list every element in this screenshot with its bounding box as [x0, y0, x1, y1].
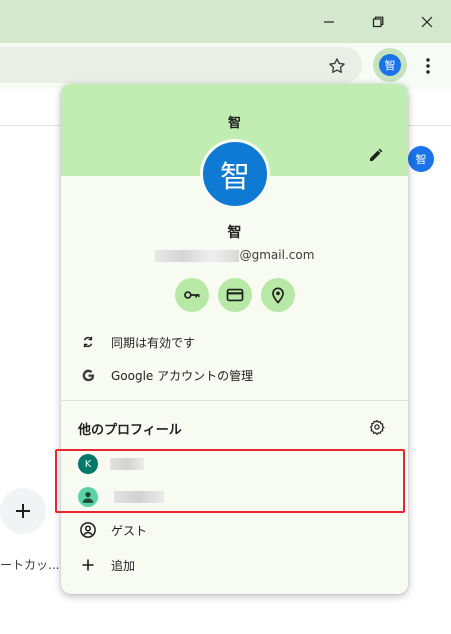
google-account-label: Google アカウントの管理	[111, 368, 254, 383]
minimize-button[interactable]	[315, 8, 343, 36]
minimize-icon	[324, 21, 334, 23]
header-profile-name: 智	[227, 116, 241, 131]
restore-icon	[372, 16, 384, 28]
manage-profiles-settings-icon[interactable]	[369, 419, 387, 437]
profile-email: @gmail.com	[61, 248, 408, 262]
shortcut-label: ートカッ...	[0, 558, 60, 572]
payment-methods-button[interactable]	[218, 278, 252, 312]
email-redacted	[154, 249, 239, 262]
add-label: 追加	[111, 558, 136, 573]
profile-2-name-redacted	[114, 491, 164, 503]
add-icon	[78, 555, 98, 575]
guest-icon	[78, 520, 98, 540]
profile-name: 智	[227, 225, 242, 241]
profile-avatar: 智	[379, 54, 401, 76]
close-button[interactable]	[413, 8, 441, 36]
addresses-button[interactable]	[261, 278, 295, 312]
manage-google-account-item[interactable]: Google アカウントの管理	[61, 359, 408, 391]
add-profile-item[interactable]: 追加	[61, 549, 408, 581]
credit-card-icon	[226, 288, 244, 302]
passwords-button[interactable]	[175, 278, 209, 312]
page-avatar[interactable]: 智	[408, 146, 434, 172]
sync-icon	[78, 332, 98, 352]
guest-item[interactable]: ゲスト	[61, 514, 408, 546]
profile-avatar-large: 智	[200, 139, 270, 209]
email-suffix: @gmail.com	[239, 248, 315, 262]
address-bar[interactable]	[0, 47, 362, 83]
section-divider	[61, 400, 408, 401]
edit-icon[interactable]	[367, 146, 385, 164]
more-menu-icon[interactable]	[418, 56, 438, 76]
bookmark-star-icon[interactable]	[327, 56, 347, 76]
browser-toolbar: 智	[0, 43, 451, 89]
other-profile-2[interactable]	[61, 481, 408, 513]
guest-label: ゲスト	[111, 523, 148, 538]
plus-icon	[16, 504, 30, 518]
profile-k-name-redacted	[110, 458, 144, 470]
profile-button[interactable]: 智	[373, 48, 407, 82]
key-icon	[184, 291, 200, 299]
person-icon	[82, 492, 94, 503]
other-profiles-title: 他のプロフィール	[78, 423, 182, 438]
other-profile-k[interactable]: K	[61, 448, 408, 480]
google-icon	[78, 365, 98, 385]
profile-2-avatar	[78, 487, 98, 507]
restore-button[interactable]	[364, 8, 392, 36]
profile-menu-panel: 智 智 智 @gmail.com 同期は有効です Google アカウントの管理…	[61, 84, 408, 594]
close-icon	[421, 16, 433, 28]
add-shortcut-button[interactable]	[0, 488, 46, 534]
quick-actions	[175, 278, 295, 312]
sync-status-item[interactable]: 同期は有効です	[61, 326, 408, 358]
title-bar	[0, 0, 451, 43]
sync-label: 同期は有効です	[111, 335, 196, 350]
profile-k-avatar: K	[78, 454, 98, 474]
location-pin-icon	[272, 287, 284, 304]
